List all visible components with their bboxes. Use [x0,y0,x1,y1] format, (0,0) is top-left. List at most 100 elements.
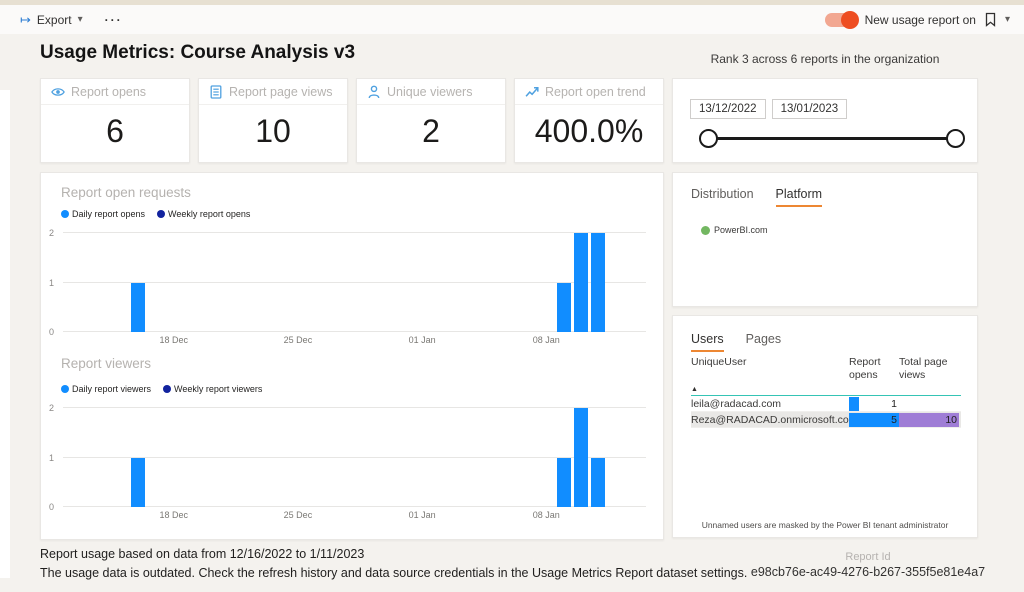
person-icon [367,85,381,99]
table-row[interactable]: leila@radacad.com 1 [691,396,961,412]
legend-item: Daily report viewers [61,384,151,394]
eye-icon [51,85,65,99]
new-usage-report-toggle[interactable] [825,13,857,27]
tab-platform[interactable]: Platform [776,187,823,207]
column-header-uniqueuser[interactable]: UniqueUser [691,356,849,382]
charts-card: Report open requests Daily report opens … [40,172,664,540]
kpi-label: Report opens [71,85,146,99]
column-header-report-opens[interactable]: Report opens [849,356,899,382]
report-id-value: e98cb76e-ac49-4276-b267-355f5e81e4a7 [748,565,988,579]
report-opens-value: 5 [891,414,897,426]
chart-title-report-viewers: Report viewers [61,356,151,371]
export-button[interactable]: ↦ Export ▾ [20,12,83,28]
chart-plot-area: 012 [63,233,646,332]
kpi-header: Unique viewers [357,79,505,105]
chart-x-axis: 18 Dec25 Dec01 Jan08 Jan [63,335,646,347]
chart-bar-09-jan[interactable] [557,283,571,333]
kpi-value: 6 [41,113,189,150]
date-slider-track[interactable] [708,137,956,140]
column-header-total-page-views[interactable]: Total page views [899,356,959,382]
y-axis-tick: 2 [49,228,54,238]
tab-distribution[interactable]: Distribution [691,187,754,207]
table-row[interactable]: Reza@RADACAD.onmicrosoft.com 5 10 [691,412,961,428]
y-axis-tick: 1 [49,278,54,288]
page-views-value: 10 [945,414,957,426]
legend-item: Weekly report opens [157,209,250,219]
user-cell: leila@radacad.com [691,398,849,410]
chart-legend: Daily report opens Weekly report opens [61,209,250,219]
date-range-card: 13/12/2022 13/01/2023 [672,78,978,163]
chart-bar-09-jan[interactable] [557,458,571,508]
end-date-input[interactable]: 13/01/2023 [772,99,848,119]
platform-bar[interactable]: 100% [704,264,953,277]
chart-plot-area: 012 [63,408,646,507]
tab-pages[interactable]: Pages [746,332,781,352]
usage-metrics-report: ↦ Export ▾ ··· New usage report on ▾ Usa… [0,0,1024,592]
kpi-card-report-page-views: Report page views 10 [198,78,348,163]
x-axis-tick: 18 Dec [154,510,194,520]
x-axis-tick: 01 Jan [402,510,442,520]
tab-users[interactable]: Users [691,332,724,352]
legend-dot [157,210,165,218]
y-axis-tick: 0 [49,502,54,512]
chart-legend: Daily report viewers Weekly report viewe… [61,384,262,394]
chart-bar-16-dec[interactable] [131,283,145,333]
export-label: Export [37,13,72,27]
left-rail [0,90,10,578]
users-table: UniqueUser Report opens Total page views… [691,356,961,428]
legend-dot [61,210,69,218]
date-slider-start-handle[interactable] [699,129,718,148]
chart-bar-10-jan[interactable] [574,233,588,332]
page-title: Usage Metrics: Course Analysis v3 [40,42,355,64]
kpi-label: Unique viewers [387,85,472,99]
y-axis-tick: 1 [49,453,54,463]
chart-bar-11-jan[interactable] [591,233,605,332]
kpi-value: 2 [357,113,505,150]
chart-bar-10-jan[interactable] [574,408,588,507]
kpi-card-report-open-trend: Report open trend 400.0% [514,78,664,163]
masked-users-note: Unnamed users are masked by the Power BI… [673,520,977,530]
report-id-label: Report Id [748,551,988,563]
more-options-button[interactable]: ··· [105,13,123,27]
start-date-input[interactable]: 13/12/2022 [690,99,766,119]
report-id-block: Report Id e98cb76e-ac49-4276-b267-355f5e… [748,551,988,579]
user-cell: Reza@RADACAD.onmicrosoft.com [691,414,849,426]
platform-distribution-card: Distribution Platform PowerBI.com 100% [672,172,978,307]
usage-date-range-text: Report usage based on data from 12/16/20… [40,547,364,561]
date-range-inputs: 13/12/2022 13/01/2023 [690,99,847,119]
report-opens-databar [849,397,859,411]
kpi-header: Report open trend [515,79,663,105]
report-opens-cell: 1 [849,397,899,411]
legend-label: Daily report viewers [72,384,151,394]
legend-dot [701,226,710,235]
bookmark-chevron-icon[interactable]: ▾ [1005,14,1010,25]
x-axis-tick: 08 Jan [526,510,566,520]
sort-ascending-icon[interactable]: ▲ [691,386,961,393]
toggle-label: New usage report on [865,13,976,27]
legend-label: PowerBI.com [714,225,768,235]
kpi-card-unique-viewers: Unique viewers 2 [356,78,506,163]
kpi-label: Report open trend [545,85,646,99]
export-icon: ↦ [20,12,31,28]
toolbar-right: New usage report on ▾ [825,12,1010,27]
y-axis-tick: 2 [49,403,54,413]
kpi-value: 10 [199,113,347,150]
kpi-card-report-opens: Report opens 6 [40,78,190,163]
users-tabs: Users Pages [691,332,781,352]
x-axis-tick: 25 Dec [278,335,318,345]
users-table-header: UniqueUser Report opens Total page views [691,356,961,382]
total-page-views-cell: 10 [899,413,959,427]
date-slider-end-handle[interactable] [946,129,965,148]
toggle-knob [841,11,859,29]
legend-item: Weekly report viewers [163,384,262,394]
page-icon [209,85,223,99]
trend-icon [525,85,539,99]
bookmark-icon[interactable] [984,12,997,27]
kpi-label: Report page views [229,85,333,99]
chart-bar-16-dec[interactable] [131,458,145,508]
x-axis-tick: 25 Dec [278,510,318,520]
rank-text: Rank 3 across 6 reports in the organizat… [660,52,990,66]
chart-x-axis: 18 Dec 25 Dec 01 Jan 08 Jan [63,510,646,522]
report-opens-cell: 5 [849,413,899,427]
chart-bar-11-jan[interactable] [591,458,605,508]
